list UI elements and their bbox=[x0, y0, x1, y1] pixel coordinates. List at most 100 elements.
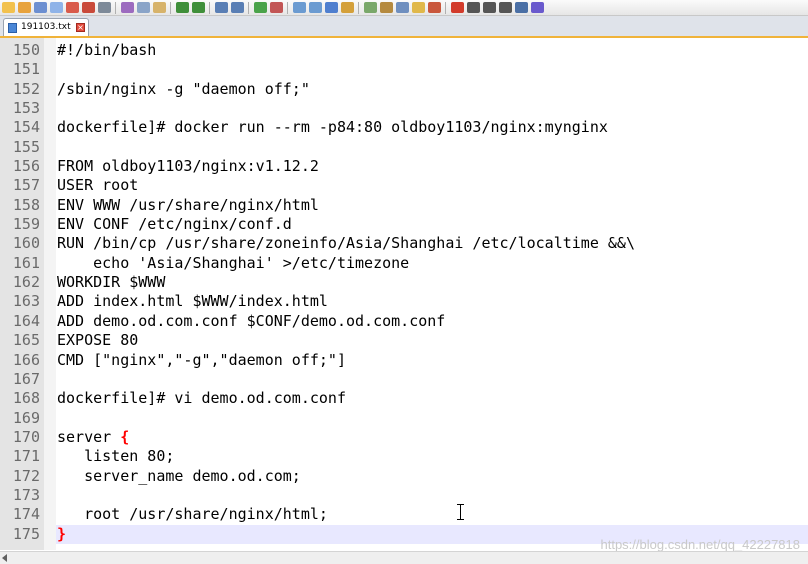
line-content[interactable]: echo 'Asia/Shanghai' >/etc/timezone bbox=[56, 254, 808, 273]
cut-icon[interactable] bbox=[121, 2, 134, 13]
editor-line[interactable]: 167 bbox=[0, 370, 808, 389]
editor-line[interactable]: 157 USER root bbox=[0, 176, 808, 195]
line-content[interactable] bbox=[56, 409, 808, 428]
editor-line[interactable]: 160 RUN /bin/cp /usr/share/zoneinfo/Asia/… bbox=[0, 234, 808, 253]
close-all-icon[interactable] bbox=[82, 2, 95, 13]
line-content[interactable]: ADD index.html $WWW/index.html bbox=[56, 292, 808, 311]
zoom-in-icon[interactable] bbox=[254, 2, 267, 13]
line-number: 175 bbox=[12, 524, 40, 543]
editor-line[interactable]: 150 #!/bin/bash bbox=[0, 41, 808, 60]
indent-guide-icon[interactable] bbox=[364, 2, 377, 13]
show-all-chars-icon[interactable] bbox=[341, 2, 354, 13]
editor-line[interactable]: 153 bbox=[0, 99, 808, 118]
line-content[interactable]: root /usr/share/nginx/html; bbox=[56, 505, 808, 524]
editor-line[interactable]: 170 server { bbox=[0, 428, 808, 447]
editor-line[interactable]: 162 WORKDIR $WWW bbox=[0, 273, 808, 292]
line-content[interactable]: CMD ["nginx","-g","daemon off;"] bbox=[56, 351, 808, 370]
line-number: 159 bbox=[12, 215, 40, 234]
editor-lines: 150 #!/bin/bash 151 152/sbin/nginx -g "daem… bbox=[0, 41, 808, 544]
editor-line[interactable]: 169 bbox=[0, 409, 808, 428]
line-number: 158 bbox=[12, 195, 40, 214]
line-text: server bbox=[57, 427, 121, 446]
line-text: server_name demo.od.com; bbox=[57, 466, 301, 485]
monitoring-icon[interactable] bbox=[428, 2, 441, 13]
editor-line[interactable]: 165 EXPOSE 80 bbox=[0, 331, 808, 350]
line-content[interactable]: #!/bin/bash bbox=[56, 41, 808, 60]
line-content[interactable]: WORKDIR $WWW bbox=[56, 273, 808, 292]
redo-icon[interactable] bbox=[192, 2, 205, 13]
line-text: listen 80; bbox=[57, 447, 175, 466]
line-content[interactable] bbox=[56, 370, 808, 389]
editor-line[interactable]: 158 ENV WWW /usr/share/nginx/html bbox=[0, 196, 808, 215]
new-file-icon[interactable] bbox=[2, 2, 15, 13]
play-macro-icon[interactable] bbox=[483, 2, 496, 13]
line-content[interactable] bbox=[56, 99, 808, 118]
line-content[interactable]: dockerfile]# docker run --rm -p84:80 old… bbox=[56, 118, 808, 137]
editor-line[interactable]: 161 echo 'Asia/Shanghai' >/etc/timezone bbox=[0, 254, 808, 273]
editor-line[interactable]: 156 FROM oldboy1103/nginx:v1.12.2 bbox=[0, 157, 808, 176]
line-content[interactable]: FROM oldboy1103/nginx:v1.12.2 bbox=[56, 157, 808, 176]
editor-line[interactable]: 174 root /usr/share/nginx/html; bbox=[0, 505, 808, 524]
find-icon[interactable] bbox=[215, 2, 228, 13]
editor-line[interactable]: 154 dockerfile]# docker run --rm -p84:80 … bbox=[0, 118, 808, 137]
folder-as-workspace-icon[interactable] bbox=[412, 2, 425, 13]
line-content[interactable]: server { bbox=[56, 428, 808, 447]
line-content[interactable]: USER root bbox=[56, 176, 808, 195]
spell-check-icon[interactable] bbox=[531, 2, 544, 13]
editor-line[interactable]: 155 bbox=[0, 138, 808, 157]
open-file-icon[interactable] bbox=[18, 2, 31, 13]
line-content[interactable]: ENV WWW /usr/share/nginx/html bbox=[56, 196, 808, 215]
close-icon[interactable] bbox=[66, 2, 79, 13]
line-content[interactable]: RUN /bin/cp /usr/share/zoneinfo/Asia/Sha… bbox=[56, 234, 808, 253]
scroll-left-icon[interactable] bbox=[2, 554, 7, 562]
replace-icon[interactable] bbox=[231, 2, 244, 13]
editor-line[interactable]: 172 server_name demo.od.com; bbox=[0, 467, 808, 486]
line-content[interactable] bbox=[56, 138, 808, 157]
line-text: EXPOSE 80 bbox=[57, 331, 139, 350]
close-tab-icon[interactable]: × bbox=[76, 23, 85, 32]
horizontal-scrollbar[interactable] bbox=[0, 551, 808, 564]
undo-icon[interactable] bbox=[176, 2, 189, 13]
paste-icon[interactable] bbox=[153, 2, 166, 13]
save-macro-icon[interactable] bbox=[515, 2, 528, 13]
editor-line[interactable]: 163 ADD index.html $WWW/index.html bbox=[0, 292, 808, 311]
line-content[interactable]: ADD demo.od.com.conf $CONF/demo.od.com.c… bbox=[56, 312, 808, 331]
run-macro-multiple-icon[interactable] bbox=[499, 2, 512, 13]
editor-line[interactable]: 152/sbin/nginx -g "daemon off;" bbox=[0, 80, 808, 99]
editor-line[interactable]: 173 bbox=[0, 486, 808, 505]
line-text: WORKDIR $WWW bbox=[57, 273, 166, 292]
doc-map-icon[interactable] bbox=[380, 2, 393, 13]
line-content[interactable]: dockerfile]# vi demo.od.com.conf bbox=[56, 389, 808, 408]
line-content[interactable] bbox=[56, 60, 808, 79]
sync-vertical-icon[interactable] bbox=[293, 2, 306, 13]
print-icon[interactable] bbox=[98, 2, 111, 13]
line-content[interactable] bbox=[56, 486, 808, 505]
zoom-out-icon[interactable] bbox=[270, 2, 283, 13]
copy-icon[interactable] bbox=[137, 2, 150, 13]
line-content[interactable]: server_name demo.od.com; bbox=[56, 467, 808, 486]
stop-macro-icon[interactable] bbox=[467, 2, 480, 13]
text-editor[interactable]: 150 #!/bin/bash 151 152/sbin/nginx -g "daem… bbox=[0, 38, 808, 550]
line-text: ENV CONF /etc/nginx/conf.d bbox=[57, 215, 292, 234]
save-icon[interactable] bbox=[34, 2, 47, 13]
editor-line[interactable]: 151 bbox=[0, 60, 808, 79]
editor-line[interactable]: 171 listen 80; bbox=[0, 447, 808, 466]
line-content[interactable]: EXPOSE 80 bbox=[56, 331, 808, 350]
editor-line[interactable]: 159 ENV CONF /etc/nginx/conf.d bbox=[0, 215, 808, 234]
editor-line[interactable]: 164 ADD demo.od.com.conf $CONF/demo.od.co… bbox=[0, 312, 808, 331]
word-wrap-icon[interactable] bbox=[325, 2, 338, 13]
editor-line[interactable]: 168 dockerfile]# vi demo.od.com.conf bbox=[0, 389, 808, 408]
record-macro-icon[interactable] bbox=[451, 2, 464, 13]
function-list-icon[interactable] bbox=[396, 2, 409, 13]
line-content[interactable]: /sbin/nginx -g "daemon off;" bbox=[56, 80, 808, 99]
sync-horizontal-icon[interactable] bbox=[309, 2, 322, 13]
editor-line[interactable]: 166 CMD ["nginx","-g","daemon off;"] bbox=[0, 351, 808, 370]
line-text: /sbin/nginx -g "daemon off;" bbox=[57, 79, 310, 98]
line-number: 152 bbox=[12, 79, 40, 98]
tab-bar: 191103.txt × bbox=[0, 16, 808, 38]
tab-191103-txt[interactable]: 191103.txt × bbox=[3, 18, 89, 36]
line-number: 150 bbox=[12, 41, 40, 59]
line-content[interactable]: ENV CONF /etc/nginx/conf.d bbox=[56, 215, 808, 234]
line-content[interactable]: listen 80; bbox=[56, 447, 808, 466]
save-all-icon[interactable] bbox=[50, 2, 63, 13]
